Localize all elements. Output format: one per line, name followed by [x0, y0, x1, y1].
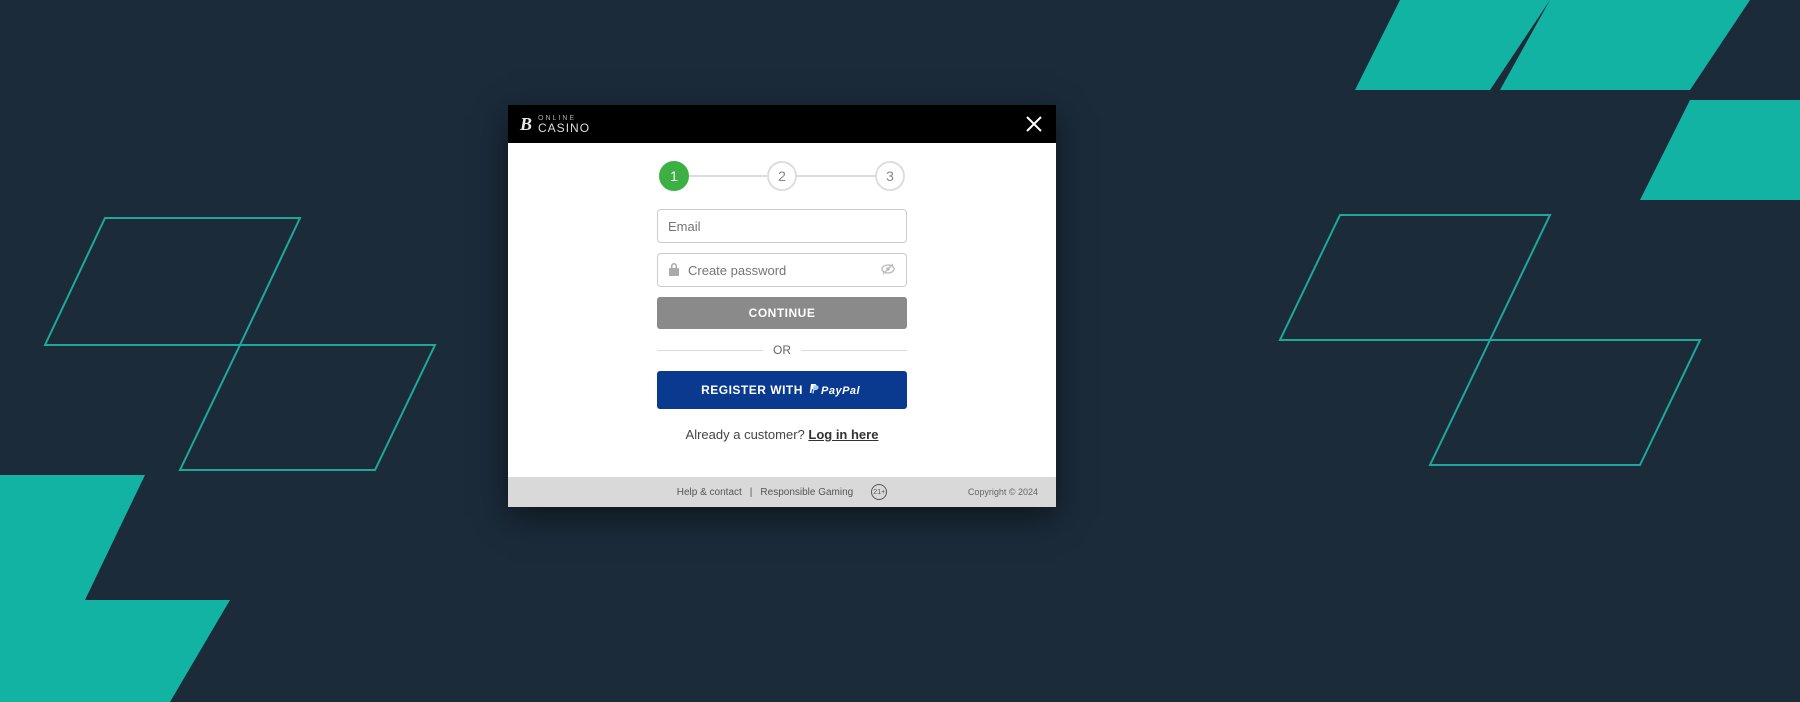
svg-text:PayPal: PayPal [821, 385, 861, 397]
modal-footer: Help & contact | Responsible Gaming 21+ … [508, 477, 1056, 507]
copyright-text: Copyright © 2024 [968, 487, 1038, 497]
password-field-wrapper [657, 253, 907, 287]
or-divider: OR [657, 343, 907, 357]
responsible-gaming-link[interactable]: Responsible Gaming [760, 487, 853, 498]
footer-links: Help & contact | Responsible Gaming 21+ [677, 484, 887, 500]
modal-header: B ONLINE CASINO [508, 105, 1056, 143]
registration-form: CONTINUE OR REGISTER WITH PayPal [657, 209, 907, 409]
brand-bottom-text: CASINO [538, 122, 590, 134]
password-field[interactable] [688, 263, 880, 278]
register-paypal-button[interactable]: REGISTER WITH PayPal [657, 371, 907, 409]
close-button[interactable] [1022, 112, 1046, 136]
email-field-wrapper [657, 209, 907, 243]
step-1: 1 [659, 161, 689, 191]
step-3: 3 [875, 161, 905, 191]
paypal-button-label: REGISTER WITH [701, 383, 803, 397]
step-2: 2 [767, 161, 797, 191]
footer-separator: | [750, 487, 753, 498]
age-badge: 21+ [871, 484, 887, 500]
email-field[interactable] [668, 219, 896, 234]
brand-logo: B ONLINE CASINO [520, 114, 590, 135]
close-icon [1025, 115, 1043, 133]
brand-mark-icon: B [520, 114, 532, 135]
help-contact-link[interactable]: Help & contact [677, 487, 742, 498]
step-line-1 [689, 175, 767, 177]
continue-button[interactable]: CONTINUE [657, 297, 907, 329]
login-link[interactable]: Log in here [808, 427, 878, 442]
registration-modal: B ONLINE CASINO 1 2 3 [508, 105, 1056, 507]
modal-body: 1 2 3 CONTINUE OR [508, 143, 1056, 442]
already-customer-text: Already a customer? [686, 427, 809, 442]
or-label: OR [773, 343, 791, 357]
step-line-2 [797, 175, 875, 177]
toggle-password-button[interactable] [880, 262, 896, 279]
paypal-logo-icon: PayPal [809, 382, 863, 398]
stepper: 1 2 3 [659, 161, 905, 191]
lock-icon [668, 262, 680, 279]
already-customer-row: Already a customer? Log in here [686, 427, 879, 442]
